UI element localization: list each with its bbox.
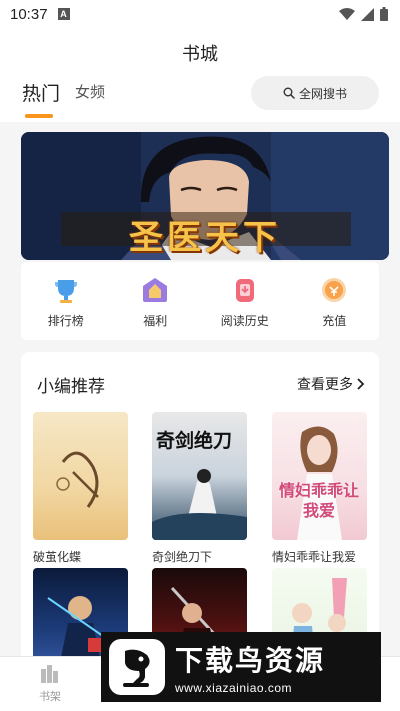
quick-label-history: 阅读历史 — [220, 314, 269, 328]
book-title: 破茧化蝶 — [33, 550, 82, 564]
cover-art — [152, 469, 247, 540]
book-cover: 情妇乖乖让我爱 — [272, 412, 367, 540]
status-icons — [339, 7, 388, 21]
bird-logo-icon — [109, 639, 165, 695]
watermark-title: 下载鸟资源 — [175, 644, 326, 677]
search-button[interactable]: 全网搜书 — [251, 76, 379, 110]
tab-female[interactable]: 女频 — [75, 81, 105, 102]
quick-item-history[interactable]: 阅读历史 — [210, 276, 280, 329]
banner[interactable]: 圣医天下 — [21, 132, 389, 260]
quick-menu: 排行榜 福利 阅读历史 充值 — [21, 262, 379, 340]
quick-label-recharge: 充值 — [322, 314, 347, 328]
book-cover — [33, 412, 128, 540]
header: 书城 热门 女频 全网搜书 — [0, 28, 400, 122]
signal-icon — [361, 7, 374, 21]
watermark-text: 下载鸟资源 www.xiazainiao.com — [175, 639, 325, 695]
notification-icon: A — [57, 8, 70, 20]
quick-item-welfare[interactable]: 福利 — [120, 276, 190, 329]
history-bag-icon — [235, 279, 254, 302]
quick-label-welfare: 福利 — [143, 314, 168, 328]
watermark-overlay: 下载鸟资源 www.xiazainiao.com — [101, 632, 381, 702]
page-title: 书城 — [182, 44, 218, 64]
search-label: 全网搜书 — [298, 86, 347, 101]
cover-title: 情妇乖乖让我爱 — [278, 483, 359, 520]
book-title: 情妇乖乖让我爱 — [272, 550, 357, 564]
bird-icon — [123, 649, 150, 687]
search-icon — [283, 87, 295, 99]
chevron-right-icon — [357, 378, 365, 390]
view-more-label: 查看更多 — [297, 376, 353, 392]
banner-title: 圣医天下 — [129, 218, 281, 258]
view-more-link[interactable]: 查看更多 — [297, 374, 365, 394]
status-time: 10:37 — [10, 5, 48, 23]
quick-label-ranking: 排行榜 — [47, 314, 84, 328]
bookstore-page: 10:37 A 书城 热门 女频 全网搜书 圣医天下 排行榜 福利 阅读历史 充… — [0, 0, 400, 711]
status-bar: 10:37 A — [0, 0, 400, 28]
watermark-url: www.xiazainiao.com — [175, 681, 293, 695]
tab-hot[interactable]: 热门 — [22, 79, 60, 106]
nav-label-bookshelf: 书架 — [39, 691, 61, 703]
bookshelf-icon — [41, 665, 58, 683]
book-cover: 奇剑绝刀 — [152, 412, 247, 540]
nav-item-bookshelf[interactable]: 书架 — [10, 663, 90, 704]
recommend-section: 小编推荐 查看更多 破茧化蝶 奇剑绝刀 奇剑绝刀下 情妇乖乖让我爱 情妇乖乖让我… — [21, 352, 379, 672]
section-title: 小编推荐 — [37, 377, 105, 396]
active-tab-indicator — [25, 114, 53, 118]
coin-icon — [322, 278, 347, 302]
quick-item-recharge[interactable]: 充值 — [299, 276, 369, 329]
gift-box-icon — [143, 278, 168, 302]
cover-art — [56, 451, 99, 508]
quick-item-ranking[interactable]: 排行榜 — [31, 276, 101, 329]
battery-icon — [380, 7, 388, 21]
book-title: 奇剑绝刀下 — [152, 550, 213, 564]
wifi-icon — [339, 8, 355, 20]
trophy-icon — [54, 280, 77, 303]
